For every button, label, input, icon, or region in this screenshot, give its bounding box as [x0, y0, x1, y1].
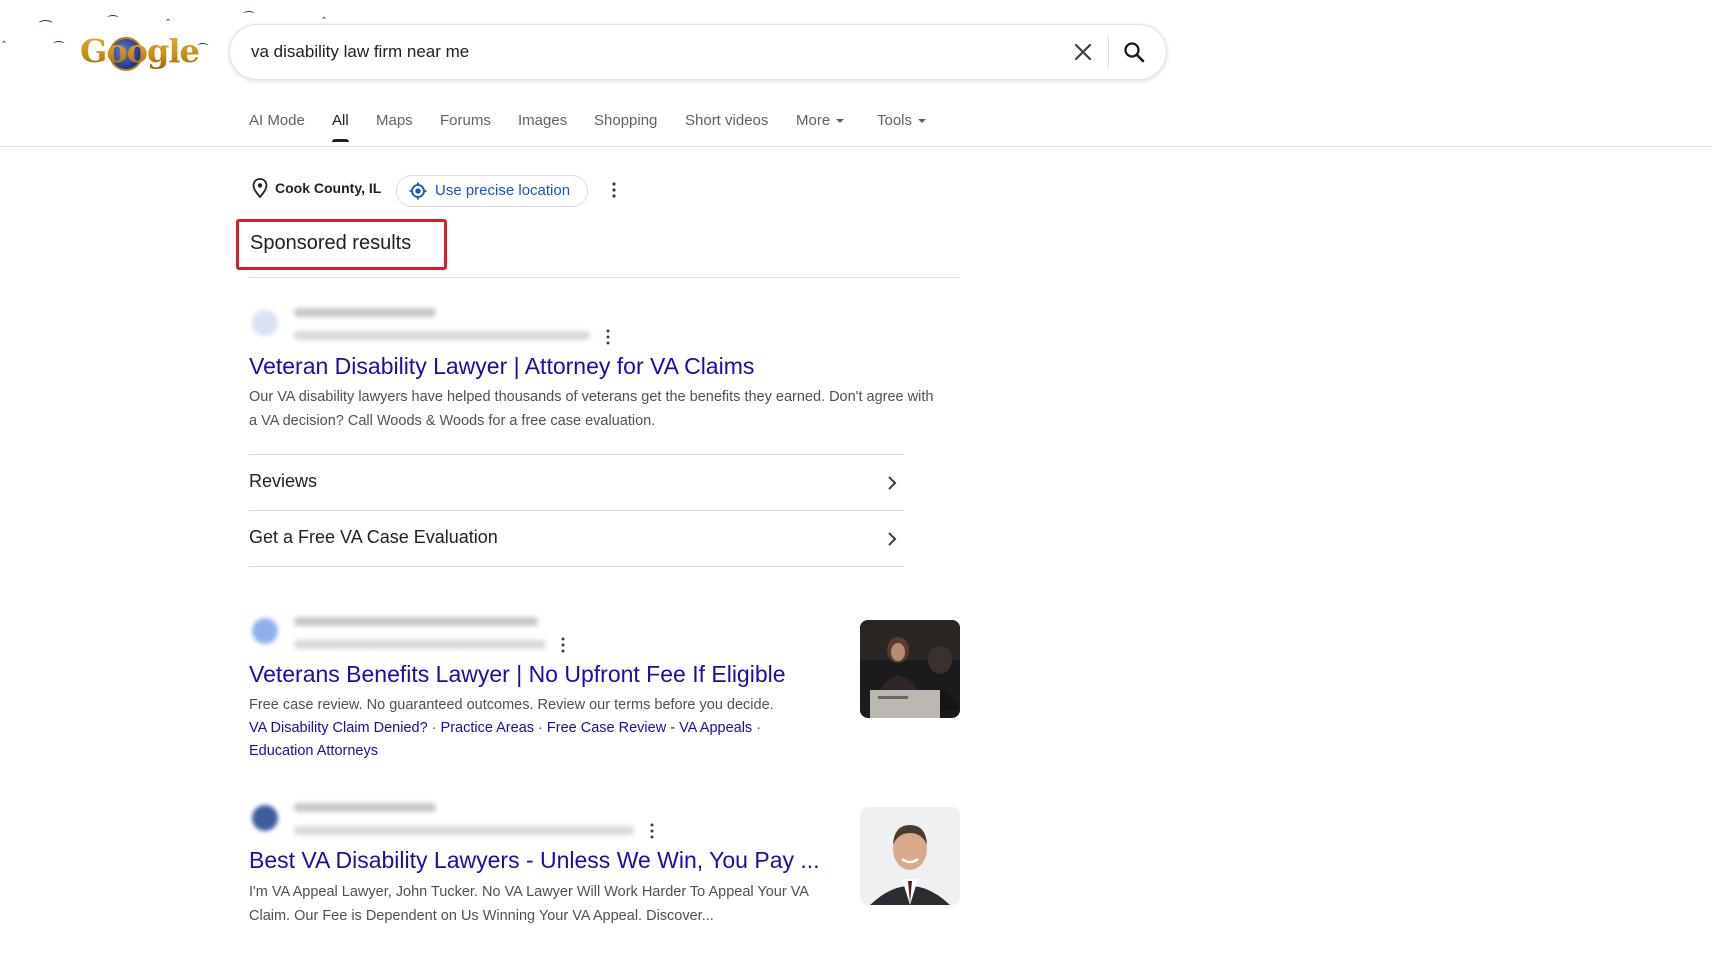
- tab-images[interactable]: Images: [518, 112, 567, 129]
- sponsored-heading: Sponsored results: [250, 232, 412, 254]
- ad-favicon: [252, 805, 278, 831]
- sitelink-reviews[interactable]: Reviews: [249, 454, 904, 511]
- ad-inline-links: VA Disability Claim Denied? · Practice A…: [249, 720, 762, 759]
- location-pin-icon: [252, 178, 268, 199]
- tab-more[interactable]: More: [796, 112, 845, 129]
- ad-description: Free case review. No guaranteed outcomes…: [249, 697, 774, 713]
- bird-icon: ⁀: [198, 43, 208, 57]
- sitelink-label: Get a Free VA Case Evaluation: [249, 527, 498, 547]
- lawyer-portrait-image: [860, 807, 960, 905]
- search-button[interactable]: [1116, 35, 1152, 69]
- use-precise-location-button[interactable]: Use precise location: [396, 175, 588, 207]
- tab-more-label: More: [796, 112, 831, 129]
- ad-favicon: [252, 310, 278, 336]
- more-vert-icon[interactable]: [558, 636, 568, 654]
- sitelink-label: Reviews: [249, 471, 318, 491]
- location-more-button[interactable]: [607, 180, 621, 200]
- tab-all[interactable]: All: [332, 112, 349, 142]
- crosshair-icon: [409, 182, 427, 200]
- ad-site-name-blurred: [294, 803, 436, 812]
- sponsored-divider: [249, 277, 960, 278]
- ad-url-blurred: [294, 826, 634, 835]
- inline-link-free-case-review[interactable]: Free Case Review - VA Appeals: [547, 720, 752, 736]
- search-divider: [1108, 37, 1109, 67]
- clear-search-button[interactable]: [1068, 37, 1098, 67]
- precise-location-label: Use precise location: [435, 182, 571, 199]
- bird-icon: ‸: [2, 29, 7, 43]
- more-vert-icon: [612, 182, 616, 198]
- ad-favicon: [252, 618, 278, 644]
- close-icon: [1074, 43, 1092, 61]
- ad-title-link[interactable]: Veteran Disability Lawyer | Attorney for…: [249, 353, 754, 380]
- tab-short-videos[interactable]: Short videos: [685, 112, 768, 129]
- tab-maps[interactable]: Maps: [376, 112, 413, 129]
- tab-forums[interactable]: Forums: [440, 112, 491, 129]
- sitelinks-divider: [249, 566, 904, 567]
- ad-url-blurred: [294, 331, 590, 340]
- sitelink-free-evaluation[interactable]: Get a Free VA Case Evaluation: [249, 510, 904, 567]
- inline-link-education-attorneys[interactable]: Education Attorneys: [249, 743, 378, 759]
- more-vert-icon[interactable]: [647, 822, 657, 840]
- more-vert-icon[interactable]: [603, 328, 613, 346]
- inline-link-claim-denied[interactable]: VA Disability Claim Denied?: [249, 720, 428, 736]
- ad-title-link[interactable]: Best VA Disability Lawyers - Unless We W…: [249, 847, 820, 874]
- search-input[interactable]: va disability law firm near me: [251, 42, 469, 62]
- bird-icon: ‸: [166, 7, 171, 21]
- location-name: Cook County, IL: [275, 180, 382, 196]
- bird-icon: ⁀: [108, 15, 118, 29]
- tab-shopping[interactable]: Shopping: [594, 112, 657, 129]
- logo-wordmark: Google: [80, 32, 200, 70]
- lawyer-meeting-image: [860, 620, 960, 718]
- sponsored-highlight-box: Sponsored results: [236, 219, 447, 270]
- chevron-right-icon: [888, 476, 897, 490]
- inline-link-practice-areas[interactable]: Practice Areas: [441, 720, 535, 736]
- google-logo[interactable]: ‸ ⁀ ⁀ ⁀ ‸ ⁀ ⁀ ‸ Google: [2, 6, 326, 71]
- bird-icon: ‸: [322, 5, 327, 19]
- ad-thumbnail-image[interactable]: [860, 620, 960, 718]
- bird-icon: ⁀: [244, 11, 254, 25]
- ad-site-name-blurred: [294, 617, 538, 626]
- chevron-down-icon: [918, 119, 927, 124]
- ad-description: Our VA disability lawyers have helped th…: [249, 389, 934, 429]
- ad-title-link[interactable]: Veterans Benefits Lawyer | No Upfront Fe…: [249, 661, 786, 688]
- ad-description: I'm VA Appeal Lawyer, John Tucker. No VA…: [249, 884, 809, 924]
- bird-icon: ⁀: [54, 41, 64, 55]
- search-bar[interactable]: va disability law firm near me: [229, 24, 1167, 80]
- ad-url-blurred: [294, 640, 546, 649]
- tab-tools[interactable]: Tools: [877, 112, 927, 129]
- tabs-divider: [0, 146, 1712, 147]
- search-icon: [1124, 42, 1145, 63]
- ad-thumbnail-image[interactable]: [860, 807, 960, 905]
- bird-icon: ⁀: [40, 20, 52, 36]
- tab-tools-label: Tools: [877, 112, 913, 129]
- chevron-right-icon: [888, 532, 897, 546]
- chevron-down-icon: [836, 119, 845, 124]
- tab-ai-mode[interactable]: AI Mode: [249, 112, 305, 129]
- ad-site-name-blurred: [294, 308, 436, 317]
